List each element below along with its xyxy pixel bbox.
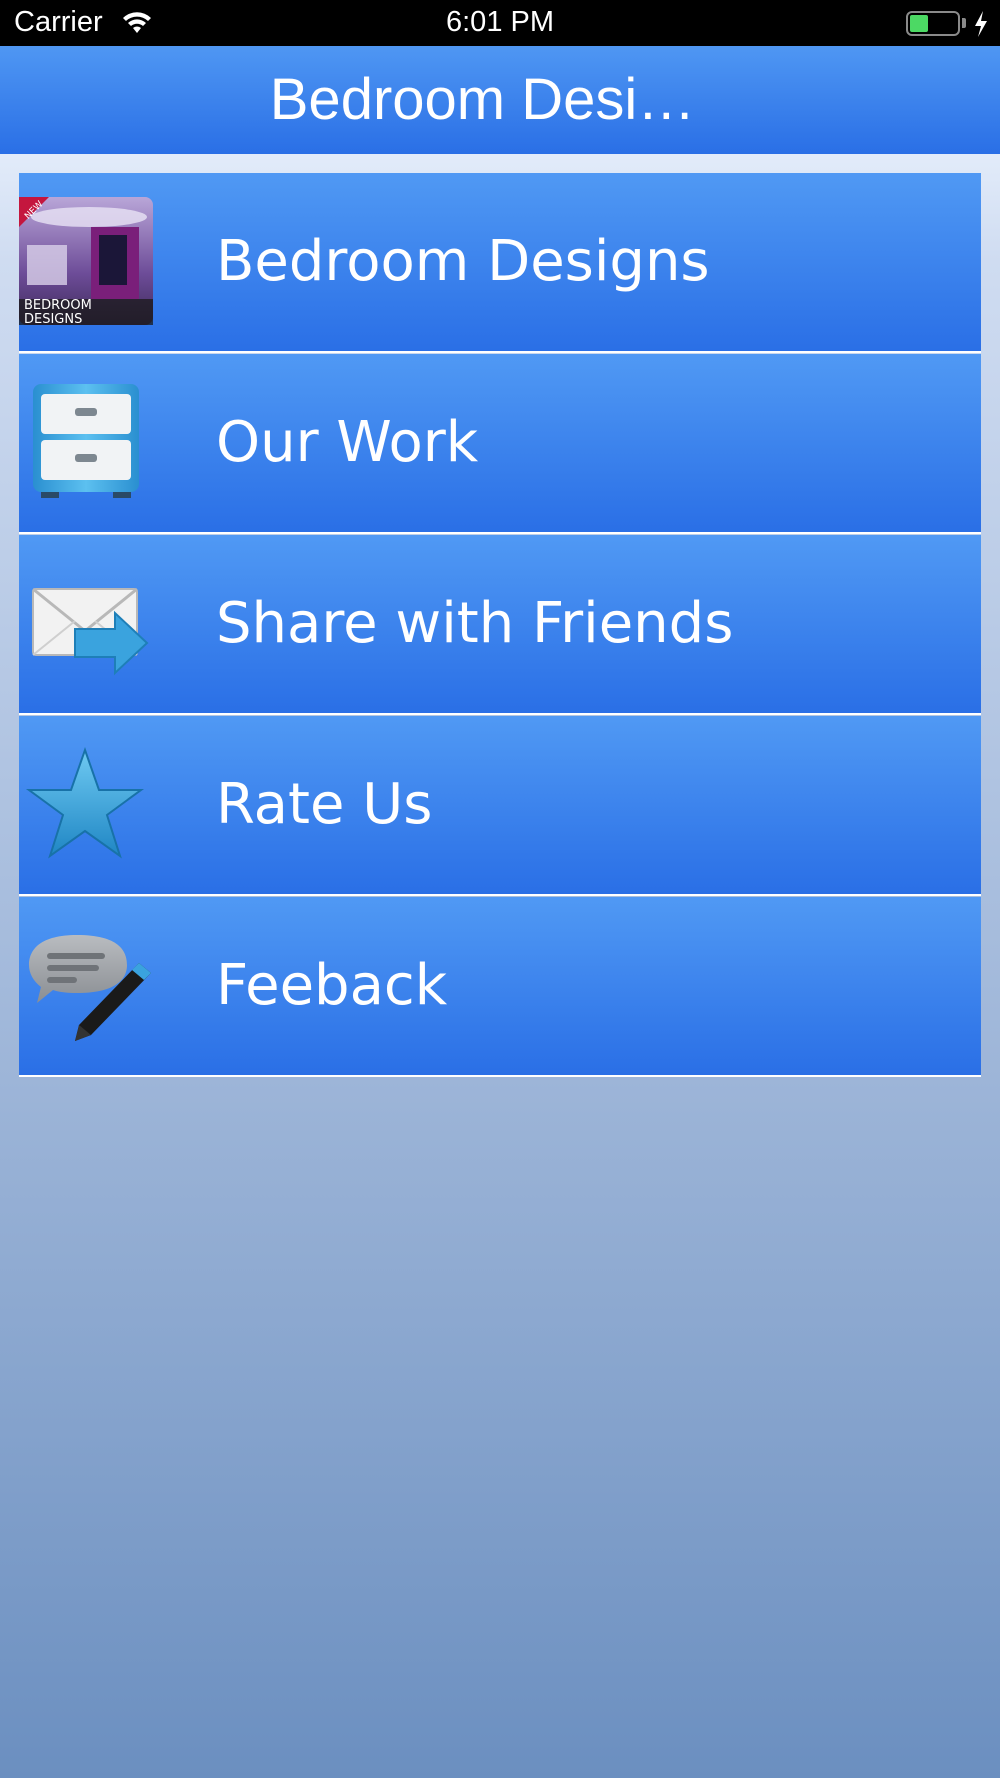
star-icon [25,746,145,859]
menu-item-label: Rate Us [216,772,433,837]
speech-bubble-pencil-icon [29,935,151,1041]
menu-item-label: Feeback [216,953,448,1018]
menu-item-feedback[interactable]: Feeback [19,897,981,1077]
page-title: Bedroom Desi… [269,67,696,132]
file-cabinet-icon [33,384,139,498]
battery-icon [906,11,960,36]
menu-item-rate-us[interactable]: Rate Us [19,716,981,896]
envelope-share-icon [32,587,149,676]
charging-bolt-icon [975,11,987,37]
menu-item-label: Share with Friends [216,591,734,656]
status-time: 6:01 PM [446,6,554,38]
app-thumbnail-icon: NEW BEDROOM DESIGNS [19,197,153,327]
menu-item-label: Our Work [216,410,479,475]
menu-item-label: Bedroom Designs [216,229,710,294]
status-bar: Carrier 6:01 PM [0,0,1000,46]
thumb-caption-line-2: DESIGNS [24,312,82,327]
navigation-bar: Bedroom Desi… [0,46,1000,154]
thumb-caption-line-1: BEDROOM [24,298,92,313]
menu-item-our-work[interactable]: Our Work [19,354,981,534]
battery-level-fill [910,15,928,32]
menu-item-share-with-friends[interactable]: Share with Friends [19,535,981,715]
battery-cap [962,18,966,28]
menu-item-bedroom-designs[interactable]: NEW BEDROOM DESIGNS Bedroom Designs [19,173,981,353]
menu-list: NEW BEDROOM DESIGNS Bedroom Designs Our … [19,173,981,1077]
